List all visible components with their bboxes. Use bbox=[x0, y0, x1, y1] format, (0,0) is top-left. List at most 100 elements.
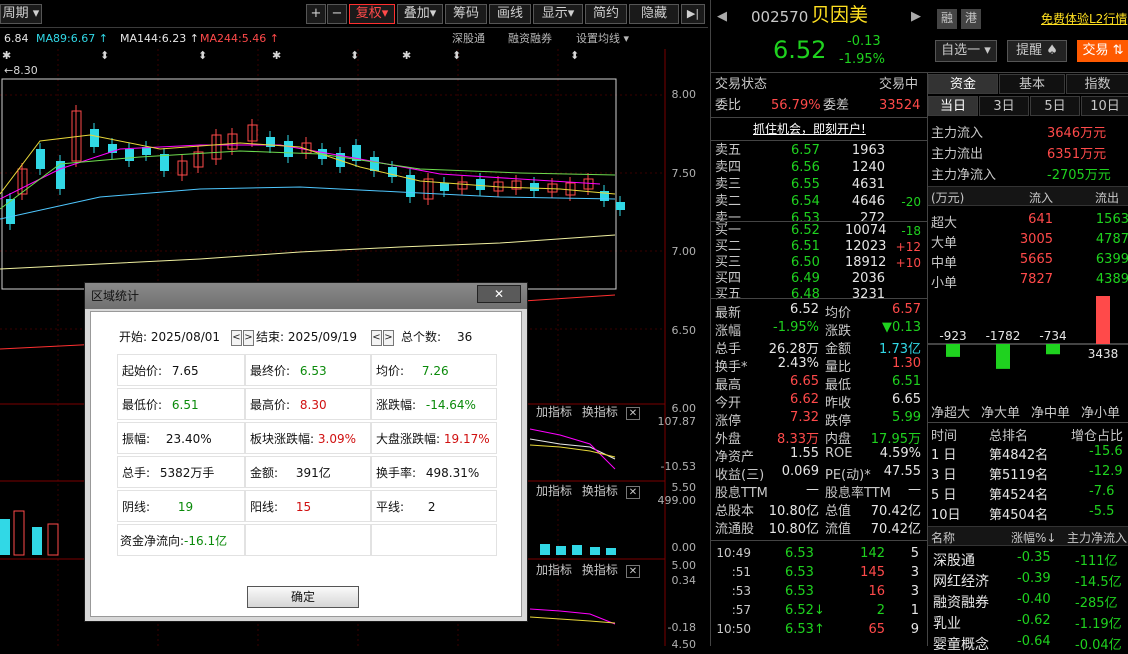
swap-indicator-link[interactable]: 换指标 bbox=[582, 405, 618, 419]
net-flow-value: -734 bbox=[1039, 329, 1066, 343]
tab-3day[interactable]: 3日 bbox=[979, 96, 1029, 116]
zoom-in-button[interactable]: + bbox=[306, 4, 326, 24]
order-price: 6.51 bbox=[791, 239, 820, 254]
hk-badge: 港 bbox=[961, 9, 981, 29]
book-divider bbox=[711, 221, 927, 222]
display-button[interactable]: 显示▾ bbox=[533, 4, 583, 24]
stat-value: 0.069 bbox=[781, 464, 819, 479]
close-indicator-icon[interactable]: ✕ bbox=[625, 565, 641, 578]
watchlist-button[interactable]: 自选一 ▾ bbox=[935, 40, 997, 62]
empty-cell bbox=[245, 524, 371, 556]
shengu-link[interactable]: 深股通 bbox=[452, 29, 485, 49]
next-stock-icon[interactable]: ▶ bbox=[911, 8, 921, 26]
order-volume-delta: +12 bbox=[895, 240, 921, 254]
ma244-value: MA244:5.46 ↑ bbox=[200, 32, 279, 45]
positive-candles-cell: 阳线: 15 bbox=[245, 490, 371, 522]
add-indicator-link[interactable]: 加指标 bbox=[536, 405, 572, 419]
stat-label: 净资产 bbox=[715, 450, 755, 465]
rank-row-period: 3 日 bbox=[931, 468, 957, 483]
fuquan-button[interactable]: 复权▾ bbox=[349, 4, 395, 24]
zoom-out-button[interactable]: − bbox=[327, 4, 347, 24]
add-indicator-link[interactable]: 加指标 bbox=[536, 484, 572, 498]
end-prev-button[interactable]: < bbox=[371, 330, 382, 346]
draw-line-button[interactable]: 画线 bbox=[489, 4, 531, 24]
stat-label: 涨幅 bbox=[715, 324, 742, 339]
weicha-label: 委差 bbox=[823, 98, 850, 113]
price-axis-tick: 4.50 bbox=[671, 637, 697, 651]
swap-indicator-link[interactable]: 换指标 bbox=[582, 484, 618, 498]
dialog-titlebar[interactable]: 区域统计 ✕ bbox=[85, 283, 527, 309]
swap-indicator-link[interactable]: 换指标 bbox=[582, 563, 618, 577]
rongzi-link[interactable]: 融资融券 bbox=[508, 29, 552, 49]
stat-value: 17.95万 bbox=[870, 432, 921, 447]
sector-row-name[interactable]: 融资融券 bbox=[933, 592, 989, 612]
simple-button[interactable]: 简约 bbox=[585, 4, 627, 24]
svg-text:⬍: ⬍ bbox=[100, 49, 109, 62]
rank-row-rank: 第5119名 bbox=[989, 468, 1049, 483]
close-indicator-icon[interactable]: ✕ bbox=[625, 407, 641, 420]
open-account-link[interactable]: 抓住机会，即刻开户! bbox=[753, 120, 866, 138]
flow-table-in: 流入 bbox=[1029, 191, 1054, 205]
sector-row-name[interactable]: 网红经济 bbox=[933, 571, 989, 591]
expand-icon[interactable]: ▶| bbox=[681, 4, 705, 24]
sub2-bottom-value: 0.00 bbox=[671, 541, 697, 554]
price-change: -0.13 bbox=[847, 34, 881, 49]
add-indicator-link[interactable]: 加指标 bbox=[536, 563, 572, 577]
period-select[interactable]: 周期 ▾ bbox=[0, 4, 42, 24]
amplitude-cell: 振幅: 23.40% bbox=[117, 422, 245, 454]
sector-row-name[interactable]: 婴童概念 bbox=[933, 634, 989, 654]
ma89-value: MA89:6.67 ↑ bbox=[36, 32, 108, 45]
end-next-button[interactable]: > bbox=[383, 330, 394, 346]
overlay-button[interactable]: 叠加▾ bbox=[397, 4, 443, 24]
trade-status: 交易中 bbox=[879, 77, 919, 92]
volume-bar bbox=[47, 523, 59, 556]
tab-zhishu[interactable]: 指数 bbox=[1066, 74, 1128, 94]
chips-button[interactable]: 筹码 bbox=[445, 4, 487, 24]
flow-row-label: 超大 bbox=[931, 216, 958, 231]
tab-jiben[interactable]: 基本 bbox=[999, 74, 1065, 94]
ma-settings-link[interactable]: 设置均线 ▾ bbox=[576, 29, 629, 49]
tab-today[interactable]: 当日 bbox=[928, 96, 978, 116]
tab-5day[interactable]: 5日 bbox=[1030, 96, 1080, 116]
sector-row-flow: -0.04亿 bbox=[1075, 638, 1122, 653]
flow-value: 3646万元 bbox=[1047, 126, 1107, 141]
tick-volume: 142 bbox=[860, 546, 885, 561]
svg-text:⬍: ⬍ bbox=[350, 49, 359, 62]
weibi-value: 56.79% bbox=[771, 98, 821, 113]
tab-zijin[interactable]: 资金 bbox=[928, 74, 998, 94]
sector-row-name[interactable]: 乳业 bbox=[933, 613, 961, 633]
price-axis-tick: 7.00 bbox=[671, 245, 697, 258]
stat-label: 总手 bbox=[715, 342, 742, 357]
peak-label: ←8.30 bbox=[4, 64, 38, 77]
close-icon[interactable]: ✕ bbox=[477, 285, 521, 303]
tab-10day[interactable]: 10日 bbox=[1081, 96, 1128, 116]
tick-count: 3 bbox=[910, 584, 919, 599]
l2-trial-link[interactable]: 免费体验L2行情 bbox=[1041, 10, 1127, 28]
last-price: 6.52 bbox=[773, 36, 827, 64]
event-markers: ✱ ⬍ ⬍ ✱ ⬍ ✱ ⬍ ⬍ bbox=[2, 49, 579, 62]
stat-label: 股息TTM bbox=[715, 486, 768, 501]
close-indicator-icon[interactable]: ✕ bbox=[625, 486, 641, 499]
tick-price: 6.53↑ bbox=[785, 622, 825, 637]
sector-row-name[interactable]: 深股通 bbox=[933, 550, 975, 570]
flow-value: 6351万元 bbox=[1047, 147, 1107, 162]
order-level-label: 卖三 bbox=[715, 177, 742, 192]
net-flow-label: 净小单 bbox=[1081, 406, 1121, 421]
sector-row-flow: -285亿 bbox=[1075, 596, 1118, 611]
tick-price: 6.52↓ bbox=[785, 603, 825, 618]
hide-button[interactable]: 隐藏 bbox=[629, 4, 679, 24]
trade-status-label: 交易状态 bbox=[715, 77, 768, 92]
stat-label: 收益(三) bbox=[715, 468, 765, 483]
prev-stock-icon[interactable]: ◀ bbox=[717, 8, 727, 26]
ok-button[interactable]: 确定 bbox=[247, 586, 359, 608]
tick-time: :57 bbox=[731, 603, 751, 617]
stat-label: 涨停 bbox=[715, 414, 742, 429]
start-prev-button[interactable]: < bbox=[231, 330, 242, 346]
sub3-bottom-value: -0.18 bbox=[667, 621, 696, 634]
trade-button[interactable]: 交易 ⇅ bbox=[1077, 40, 1128, 62]
alert-button[interactable]: 提醒 ♠ bbox=[1007, 40, 1067, 62]
svg-text:✱: ✱ bbox=[402, 49, 411, 62]
rank-divider bbox=[928, 422, 1128, 423]
rank-row-rank: 第4842名 bbox=[989, 448, 1049, 463]
start-next-button[interactable]: > bbox=[243, 330, 254, 346]
